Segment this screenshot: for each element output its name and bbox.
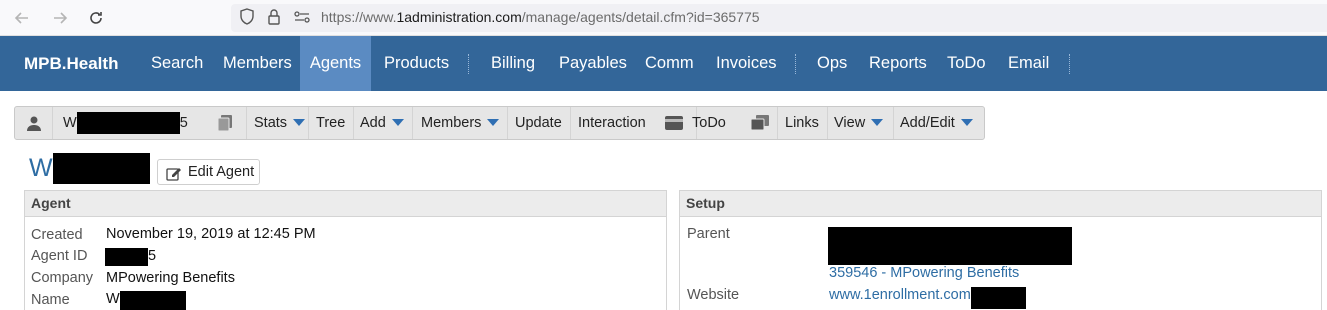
arrow-left-icon[interactable] <box>10 6 34 30</box>
add-edit-dropdown[interactable]: Add/Edit <box>894 107 984 139</box>
update-button[interactable]: Update <box>508 107 571 139</box>
edit-agent-label: Edit Agent <box>188 164 255 180</box>
nav-separator <box>795 54 796 74</box>
parent-link[interactable]: 359546 - MPowering Benefits <box>829 265 1019 281</box>
tree-button[interactable]: Tree <box>309 107 354 139</box>
stacked-cards-icon[interactable] <box>742 107 778 139</box>
stats-dropdown[interactable]: Stats <box>247 107 309 139</box>
agent-id-value: 5 <box>105 248 156 266</box>
brand-logo[interactable]: MPB.Health <box>24 54 118 74</box>
website-link[interactable]: www.1enrollment.com <box>829 287 1026 309</box>
redacted-block <box>52 153 150 184</box>
website-prefix: www.1enrollment.com <box>829 287 971 303</box>
address-bar[interactable]: https://www.1administration.com/manage/a… <box>231 4 1327 32</box>
agent-name-first: W <box>63 115 77 131</box>
redacted-block <box>105 248 148 266</box>
agent-toolbar: W5 Stats Tree Add Members Update Interac… <box>14 106 985 140</box>
created-label: Created <box>31 227 83 243</box>
parent-label: Parent <box>687 226 730 242</box>
edit-icon <box>166 165 182 189</box>
url-path: /manage/agents/detail.cfm?id=365775 <box>521 9 760 25</box>
edit-agent-button[interactable]: Edit Agent <box>157 159 260 185</box>
agent-id-suffix: 5 <box>148 248 157 264</box>
nav-agents[interactable]: Agents <box>300 36 371 91</box>
members-dropdown[interactable]: Members <box>413 107 508 139</box>
copy-icon[interactable] <box>203 107 247 139</box>
view-label: View <box>834 115 866 131</box>
add-dropdown[interactable]: Add <box>354 107 413 139</box>
nav-billing[interactable]: Billing <box>491 36 535 91</box>
redacted-block <box>119 291 186 310</box>
nav-products[interactable]: Products <box>384 36 449 91</box>
caret-down-icon <box>871 118 884 126</box>
nav-reports[interactable]: Reports <box>869 36 927 91</box>
nav-separator <box>468 54 469 74</box>
agent-panel-heading: Agent <box>25 191 666 217</box>
nav-members[interactable]: Members <box>223 36 292 91</box>
url-text[interactable]: https://www.1administration.com/manage/a… <box>321 9 760 25</box>
nav-comm[interactable]: Comm <box>645 36 694 91</box>
agent-panel: Agent Created November 19, 2019 at 12:45… <box>24 190 667 310</box>
page-title: W <box>29 153 150 184</box>
caret-down-icon <box>960 118 973 126</box>
user-icon[interactable] <box>15 107 53 139</box>
caret-down-icon <box>487 118 500 126</box>
caret-down-icon <box>293 118 306 126</box>
redacted-block <box>970 287 1026 309</box>
site-permissions-icon[interactable] <box>293 8 311 29</box>
interaction-button[interactable]: Interaction <box>571 107 657 139</box>
name-first: W <box>106 291 120 307</box>
nav-todo[interactable]: ToDo <box>947 36 986 91</box>
top-navigation: MPB.Health Search Members Agents Product… <box>0 36 1327 91</box>
agent-name-field[interactable]: W5 <box>63 107 223 139</box>
setup-panel-heading: Setup <box>680 191 1321 217</box>
nav-invoices[interactable]: Invoices <box>716 36 777 91</box>
lock-icon[interactable] <box>267 8 281 29</box>
agent-title-first: W <box>29 154 53 182</box>
add-edit-label: Add/Edit <box>900 115 955 131</box>
nav-separator <box>1069 54 1070 74</box>
agent-id-label: Agent ID <box>31 248 88 264</box>
nav-ops[interactable]: Ops <box>817 36 847 91</box>
agent-name-last: 5 <box>179 115 188 131</box>
company-value: MPowering Benefits <box>106 270 235 286</box>
todo-button[interactable]: ToDo <box>692 107 742 139</box>
name-label: Name <box>31 292 70 308</box>
url-host: 1administration.com <box>396 9 522 25</box>
nav-payables[interactable]: Payables <box>559 36 627 91</box>
links-button[interactable]: Links <box>778 107 828 139</box>
redacted-block <box>828 227 1072 265</box>
shield-icon[interactable] <box>239 8 255 29</box>
add-label: Add <box>360 115 386 131</box>
created-value: November 19, 2019 at 12:45 PM <box>106 226 316 242</box>
reload-icon[interactable] <box>84 6 108 30</box>
url-prefix: https://www. <box>321 9 397 25</box>
name-value: W <box>106 291 186 310</box>
stats-label: Stats <box>254 115 288 131</box>
arrow-right-icon[interactable] <box>48 6 72 30</box>
company-label: Company <box>31 270 94 286</box>
card-icon[interactable] <box>651 107 697 139</box>
members-label: Members <box>421 115 482 131</box>
setup-panel: Setup Parent 359546 - MPowering Benefits… <box>679 190 1322 310</box>
website-label: Website <box>687 287 740 303</box>
nav-email[interactable]: Email <box>1008 36 1049 91</box>
redacted-block <box>76 112 180 135</box>
view-dropdown[interactable]: View <box>828 107 894 139</box>
nav-search[interactable]: Search <box>151 36 203 91</box>
browser-toolbar: https://www.1administration.com/manage/a… <box>0 0 1327 36</box>
caret-down-icon <box>391 118 404 126</box>
